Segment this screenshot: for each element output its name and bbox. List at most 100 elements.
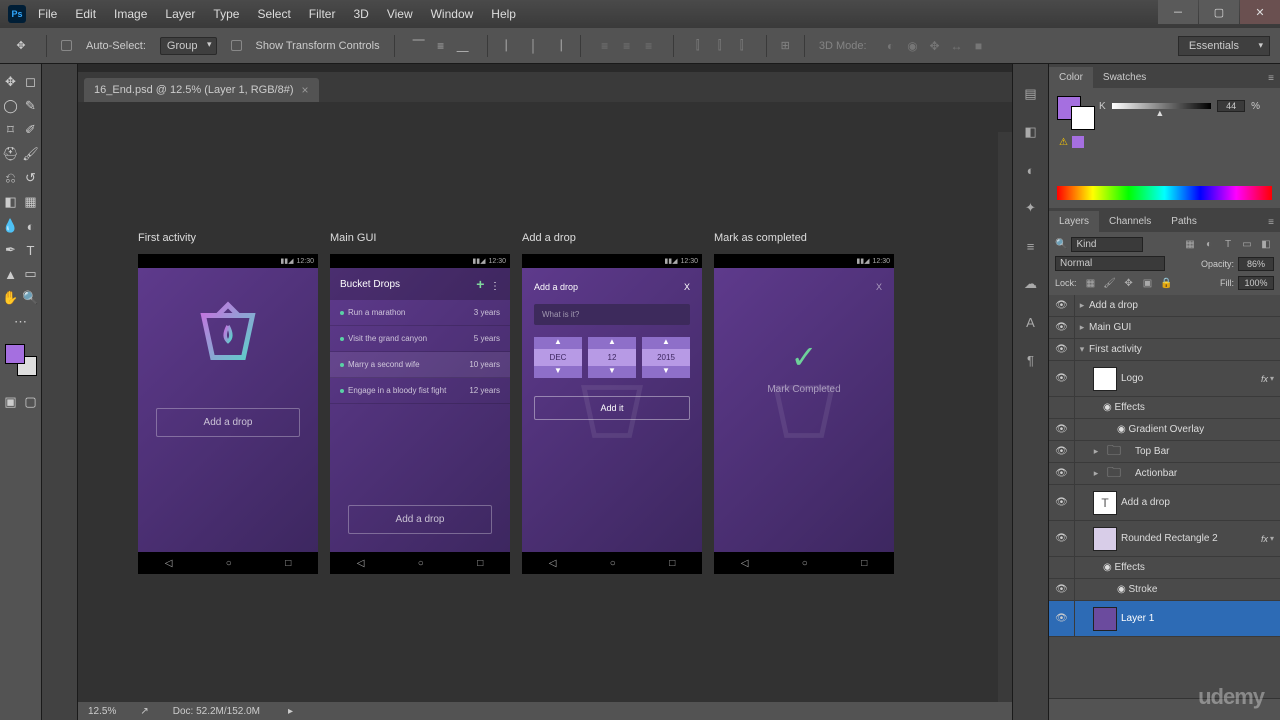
visibility-toggle-icon[interactable]: 👁 <box>1049 361 1075 396</box>
align-top-icon[interactable]: ⎺ <box>409 36 429 56</box>
show-transform-checkbox[interactable] <box>231 40 242 51</box>
fill-value[interactable]: 100% <box>1238 276 1274 290</box>
layer-effect-item[interactable]: 👁◉ Gradient Overlay <box>1049 419 1280 441</box>
collapsed-panel-left[interactable] <box>42 64 78 720</box>
lock-artboard-icon[interactable]: ▣ <box>1140 275 1156 291</box>
eraser-tool-icon[interactable]: ◧ <box>1 190 21 214</box>
lasso-tool-icon[interactable]: ◯ <box>1 94 21 118</box>
tab-channels[interactable]: Channels <box>1099 211 1161 232</box>
doc-info-arrow-icon[interactable]: ▸ <box>288 706 293 717</box>
screen-mode-icon[interactable]: ▢ <box>21 390 41 414</box>
pen-tool-icon[interactable]: ✒ <box>1 238 21 262</box>
maximize-button[interactable]: ▢ <box>1199 0 1239 24</box>
color-spectrum[interactable] <box>1057 186 1272 200</box>
panel-menu-icon[interactable]: ≡ <box>1262 69 1280 88</box>
eyedropper-tool-icon[interactable]: ✐ <box>21 118 41 142</box>
k-slider[interactable]: ▲ <box>1112 103 1211 109</box>
layer-row-shape[interactable]: 👁Rounded Rectangle 2fx▾ <box>1049 521 1280 557</box>
visibility-toggle-icon[interactable]: 👁 <box>1049 521 1075 556</box>
menu-layer[interactable]: Layer <box>165 7 195 21</box>
paragraph-panel-icon[interactable]: ¶ <box>1021 350 1041 370</box>
visibility-toggle-icon[interactable]: 👁 <box>1049 317 1075 338</box>
k-value-input[interactable] <box>1217 100 1245 112</box>
tab-layers[interactable]: Layers <box>1049 211 1099 232</box>
filter-adjust-icon[interactable]: ◐ <box>1201 236 1217 252</box>
tab-paths[interactable]: Paths <box>1161 211 1207 232</box>
menu-help[interactable]: Help <box>491 7 516 21</box>
blur-tool-icon[interactable]: 💧 <box>1 214 21 238</box>
visibility-toggle-icon[interactable]: 👁 <box>1049 339 1075 360</box>
menu-filter[interactable]: Filter <box>309 7 336 21</box>
color-swatches[interactable] <box>5 344 37 376</box>
filter-smart-icon[interactable]: ◧ <box>1258 236 1274 252</box>
lock-pixels-icon[interactable]: 🖌 <box>1102 275 1118 291</box>
layer-group[interactable]: 👁▸🗀Actionbar <box>1049 463 1280 485</box>
zoom-popup-icon[interactable]: ↗ <box>140 706 148 717</box>
brushes-panel-icon[interactable]: ≡ <box>1021 236 1041 256</box>
layer-group[interactable]: 👁▾First activity <box>1049 339 1280 361</box>
zoom-tool-icon[interactable]: 🔍 <box>21 286 41 310</box>
menu-image[interactable]: Image <box>114 7 147 21</box>
visibility-toggle-icon[interactable]: 👁 <box>1049 601 1075 636</box>
menu-view[interactable]: View <box>387 7 413 21</box>
marquee-tool-icon[interactable]: ◻ <box>21 70 41 94</box>
tab-swatches[interactable]: Swatches <box>1093 67 1156 88</box>
brush-tool-icon[interactable]: 🖌 <box>21 142 41 166</box>
menu-type[interactable]: Type <box>213 7 239 21</box>
layer-effect-item[interactable]: 👁◉ Stroke <box>1049 579 1280 601</box>
type-tool-icon[interactable]: T <box>21 238 41 262</box>
rectangle-tool-icon[interactable]: ▭ <box>21 262 41 286</box>
filter-type-icon[interactable]: T <box>1220 236 1236 252</box>
stamp-tool-icon[interactable]: ⎌ <box>1 166 21 190</box>
adjustments-panel-icon[interactable]: ◐ <box>1021 160 1041 180</box>
visibility-toggle-icon[interactable]: 👁 <box>1049 419 1075 440</box>
healing-tool-icon[interactable]: ⛑ <box>1 142 21 166</box>
workspace-dropdown[interactable]: Essentials <box>1178 36 1270 56</box>
quick-mask-icon[interactable]: ▣ <box>1 390 21 414</box>
close-tab-icon[interactable]: × <box>302 83 309 97</box>
filter-pixel-icon[interactable]: ▦ <box>1182 236 1198 252</box>
layer-row-text[interactable]: 👁TAdd a drop <box>1049 485 1280 521</box>
menu-edit[interactable]: Edit <box>75 7 96 21</box>
align-left-icon[interactable]: ⎸ <box>502 36 522 56</box>
layer-group[interactable]: 👁▸Main GUI <box>1049 317 1280 339</box>
gamut-warning-icon[interactable]: ⚠ <box>1059 137 1068 148</box>
lock-all-icon[interactable]: 🔒 <box>1159 275 1175 291</box>
auto-select-checkbox[interactable] <box>61 40 72 51</box>
filter-shape-icon[interactable]: ▭ <box>1239 236 1255 252</box>
layer-row-logo[interactable]: 👁Logofx▾ <box>1049 361 1280 397</box>
foreground-color-swatch[interactable] <box>5 344 25 364</box>
menu-3d[interactable]: 3D <box>353 7 368 21</box>
visibility-toggle-icon[interactable]: 👁 <box>1049 463 1075 484</box>
layer-group[interactable]: 👁▸🗀Top Bar <box>1049 441 1280 463</box>
character-panel-icon[interactable]: A <box>1021 312 1041 332</box>
blend-mode-dropdown[interactable]: Normal <box>1055 256 1165 271</box>
more-tools-icon[interactable]: ⋯ <box>11 310 31 334</box>
visibility-toggle-icon[interactable]: 👁 <box>1049 579 1075 600</box>
background-color-swatch[interactable] <box>1071 106 1095 130</box>
dodge-tool-icon[interactable]: ◐ <box>21 214 41 238</box>
lock-transparency-icon[interactable]: ▦ <box>1083 275 1099 291</box>
styles-panel-icon[interactable]: ✦ <box>1021 198 1041 218</box>
vertical-scrollbar[interactable] <box>998 132 1012 702</box>
history-brush-tool-icon[interactable]: ↺ <box>21 166 41 190</box>
align-bottom-icon[interactable]: ⎽ <box>453 36 473 56</box>
panel-menu-icon[interactable]: ≡ <box>1262 213 1280 232</box>
history-panel-icon[interactable]: ▤ <box>1021 84 1041 104</box>
minimize-button[interactable]: － <box>1158 0 1198 24</box>
tab-color[interactable]: Color <box>1049 67 1093 88</box>
align-vcenter-icon[interactable]: ≡ <box>431 36 451 56</box>
menu-file[interactable]: File <box>38 7 57 21</box>
filter-type-dropdown[interactable]: Kind <box>1071 237 1143 252</box>
menu-select[interactable]: Select <box>257 7 290 21</box>
path-select-tool-icon[interactable]: ▲ <box>1 262 21 286</box>
align-right-icon[interactable]: ⎹ <box>546 36 566 56</box>
gamut-swatch[interactable] <box>1072 136 1084 148</box>
lock-position-icon[interactable]: ✥ <box>1121 275 1137 291</box>
align-hcenter-icon[interactable]: │ <box>524 36 544 56</box>
zoom-level[interactable]: 12.5% <box>88 706 116 717</box>
canvas[interactable]: First activity ▮▮◢12:30 ↖✥ Add a drop ◁○… <box>78 102 1012 720</box>
auto-select-target-dropdown[interactable]: Group <box>160 37 217 55</box>
filter-icon[interactable]: 🔍 <box>1055 239 1067 250</box>
move-tool-icon[interactable]: ✥ <box>10 35 32 57</box>
